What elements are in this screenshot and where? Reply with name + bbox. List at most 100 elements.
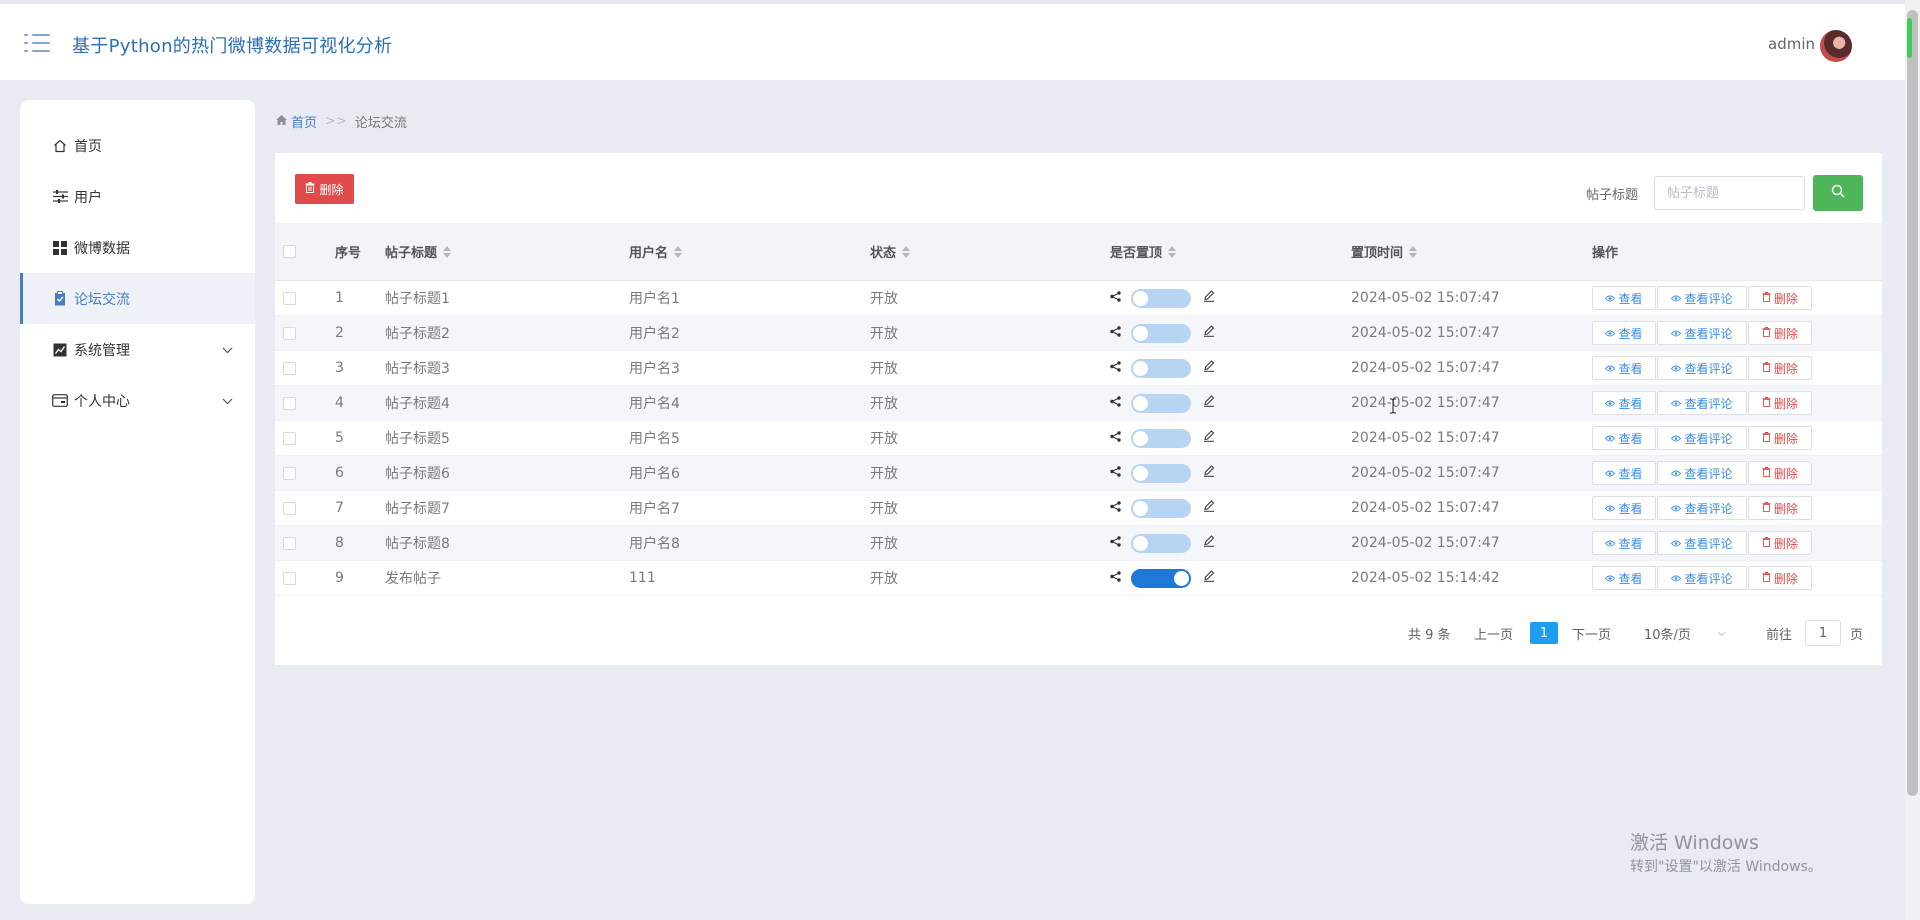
edit-icon[interactable] [1203, 430, 1215, 446]
view-comments-button[interactable]: 查看评论 [1657, 426, 1747, 450]
pin-toggle[interactable] [1131, 533, 1191, 553]
view-button[interactable]: 查看 [1592, 566, 1656, 590]
sidebar-item-2[interactable]: 微博数据 [20, 222, 255, 273]
share-icon[interactable] [1110, 500, 1121, 516]
prev-page-button[interactable]: 上一页 [1474, 618, 1513, 648]
row-checkbox[interactable] [283, 536, 296, 550]
next-page-button[interactable]: 下一页 [1572, 618, 1611, 648]
share-icon[interactable] [1110, 395, 1121, 411]
pin-toggle[interactable] [1131, 393, 1191, 413]
row-checkbox[interactable] [283, 396, 296, 410]
pin-toggle[interactable] [1131, 288, 1191, 308]
menu-toggle-icon[interactable] [24, 32, 50, 54]
view-button[interactable]: 查看 [1592, 531, 1656, 555]
header-title-sortable[interactable]: 帖子标题 [385, 223, 452, 280]
sidebar-item-0[interactable]: 首页 [20, 120, 255, 171]
header-pinned-sortable[interactable]: 是否置顶 [1110, 223, 1177, 280]
sidebar-item-3[interactable]: 论坛交流 [20, 273, 255, 324]
breadcrumb-home[interactable]: 首页 [291, 112, 317, 131]
cell-actions: 查看 查看评论 删除 [1592, 456, 1813, 490]
share-icon[interactable] [1110, 325, 1121, 341]
view-button[interactable]: 查看 [1592, 461, 1656, 485]
view-comments-button[interactable]: 查看评论 [1657, 391, 1747, 415]
sort-icon[interactable] [1168, 245, 1177, 258]
delete-button[interactable]: 删除 [1748, 496, 1812, 520]
sort-icon[interactable] [902, 245, 911, 258]
user-name[interactable]: admin [1768, 35, 1815, 53]
pin-toggle[interactable] [1131, 358, 1191, 378]
pin-toggle[interactable] [1131, 463, 1191, 483]
view-button[interactable]: 查看 [1592, 391, 1656, 415]
view-comments-button[interactable]: 查看评论 [1657, 286, 1747, 310]
sidebar-item-5[interactable]: 个人中心 [20, 375, 255, 426]
view-comments-button[interactable]: 查看评论 [1657, 356, 1747, 380]
delete-button[interactable]: 删除 [1748, 426, 1812, 450]
row-checkbox[interactable] [283, 466, 296, 480]
edit-icon[interactable] [1203, 395, 1215, 411]
delete-button[interactable]: 删除 [1748, 286, 1812, 310]
view-button[interactable]: 查看 [1592, 321, 1656, 345]
cell-username: 用户名4 [629, 396, 680, 412]
delete-button[interactable]: 删除 [1748, 321, 1812, 345]
pin-toggle[interactable] [1131, 323, 1191, 343]
edit-icon[interactable] [1203, 360, 1215, 376]
goto-page-input[interactable] [1805, 620, 1841, 646]
edit-icon[interactable] [1203, 465, 1215, 481]
edit-icon[interactable] [1203, 325, 1215, 341]
scrollbar-thumb[interactable] [1907, 10, 1918, 796]
select-all-checkbox[interactable] [283, 245, 296, 258]
delete-button[interactable]: 删除 [1748, 531, 1812, 555]
view-comments-button[interactable]: 查看评论 [1657, 531, 1747, 555]
row-checkbox[interactable] [283, 501, 296, 515]
search-button[interactable] [1813, 175, 1863, 211]
search-input[interactable] [1654, 176, 1805, 210]
view-comments-button[interactable]: 查看评论 [1657, 321, 1747, 345]
sidebar-item-1[interactable]: 用户 [20, 171, 255, 222]
cell-actions: 查看 查看评论 删除 [1592, 351, 1813, 385]
pin-toggle[interactable] [1131, 498, 1191, 518]
edit-icon[interactable] [1203, 500, 1215, 516]
view-button[interactable]: 查看 [1592, 426, 1656, 450]
view-comments-button[interactable]: 查看评论 [1657, 461, 1747, 485]
home-icon [52, 138, 68, 154]
row-checkbox[interactable] [283, 571, 296, 585]
share-icon[interactable] [1110, 290, 1121, 306]
sort-icon[interactable] [1409, 245, 1418, 258]
pin-toggle[interactable] [1131, 568, 1191, 588]
page-size-select[interactable]: 10条/页 [1644, 618, 1726, 648]
share-icon[interactable] [1110, 570, 1121, 586]
view-button[interactable]: 查看 [1592, 286, 1656, 310]
sort-icon[interactable] [674, 245, 683, 258]
view-button[interactable]: 查看 [1592, 496, 1656, 520]
chevron-down-icon[interactable] [222, 393, 233, 409]
header-pin-time-sortable[interactable]: 置顶时间 [1351, 223, 1418, 280]
edit-icon[interactable] [1203, 290, 1215, 306]
delete-button[interactable]: 删除 [1748, 461, 1812, 485]
pin-toggle[interactable] [1131, 428, 1191, 448]
eye-icon [1605, 326, 1616, 340]
view-comments-button[interactable]: 查看评论 [1657, 496, 1747, 520]
row-checkbox[interactable] [283, 361, 296, 375]
share-icon[interactable] [1110, 465, 1121, 481]
delete-button[interactable]: 删除 [1748, 356, 1812, 380]
edit-icon[interactable] [1203, 570, 1215, 586]
sort-icon[interactable] [443, 245, 452, 258]
share-icon[interactable] [1110, 360, 1121, 376]
delete-button[interactable]: 删除 [1748, 566, 1812, 590]
chevron-down-icon[interactable] [222, 342, 233, 358]
edit-icon[interactable] [1203, 535, 1215, 551]
avatar[interactable] [1820, 30, 1852, 62]
share-icon[interactable] [1110, 535, 1121, 551]
row-checkbox[interactable] [283, 291, 296, 305]
delete-button[interactable]: 删除 [1748, 391, 1812, 415]
header-status-sortable[interactable]: 状态 [870, 223, 911, 280]
sidebar-item-4[interactable]: 系统管理 [20, 324, 255, 375]
header-username-sortable[interactable]: 用户名 [629, 223, 683, 280]
view-button[interactable]: 查看 [1592, 356, 1656, 380]
row-checkbox[interactable] [283, 326, 296, 340]
current-page-button[interactable]: 1 [1530, 622, 1558, 644]
share-icon[interactable] [1110, 430, 1121, 446]
view-comments-button[interactable]: 查看评论 [1657, 566, 1747, 590]
row-checkbox[interactable] [283, 431, 296, 445]
bulk-delete-button[interactable]: 删除 [295, 174, 354, 204]
